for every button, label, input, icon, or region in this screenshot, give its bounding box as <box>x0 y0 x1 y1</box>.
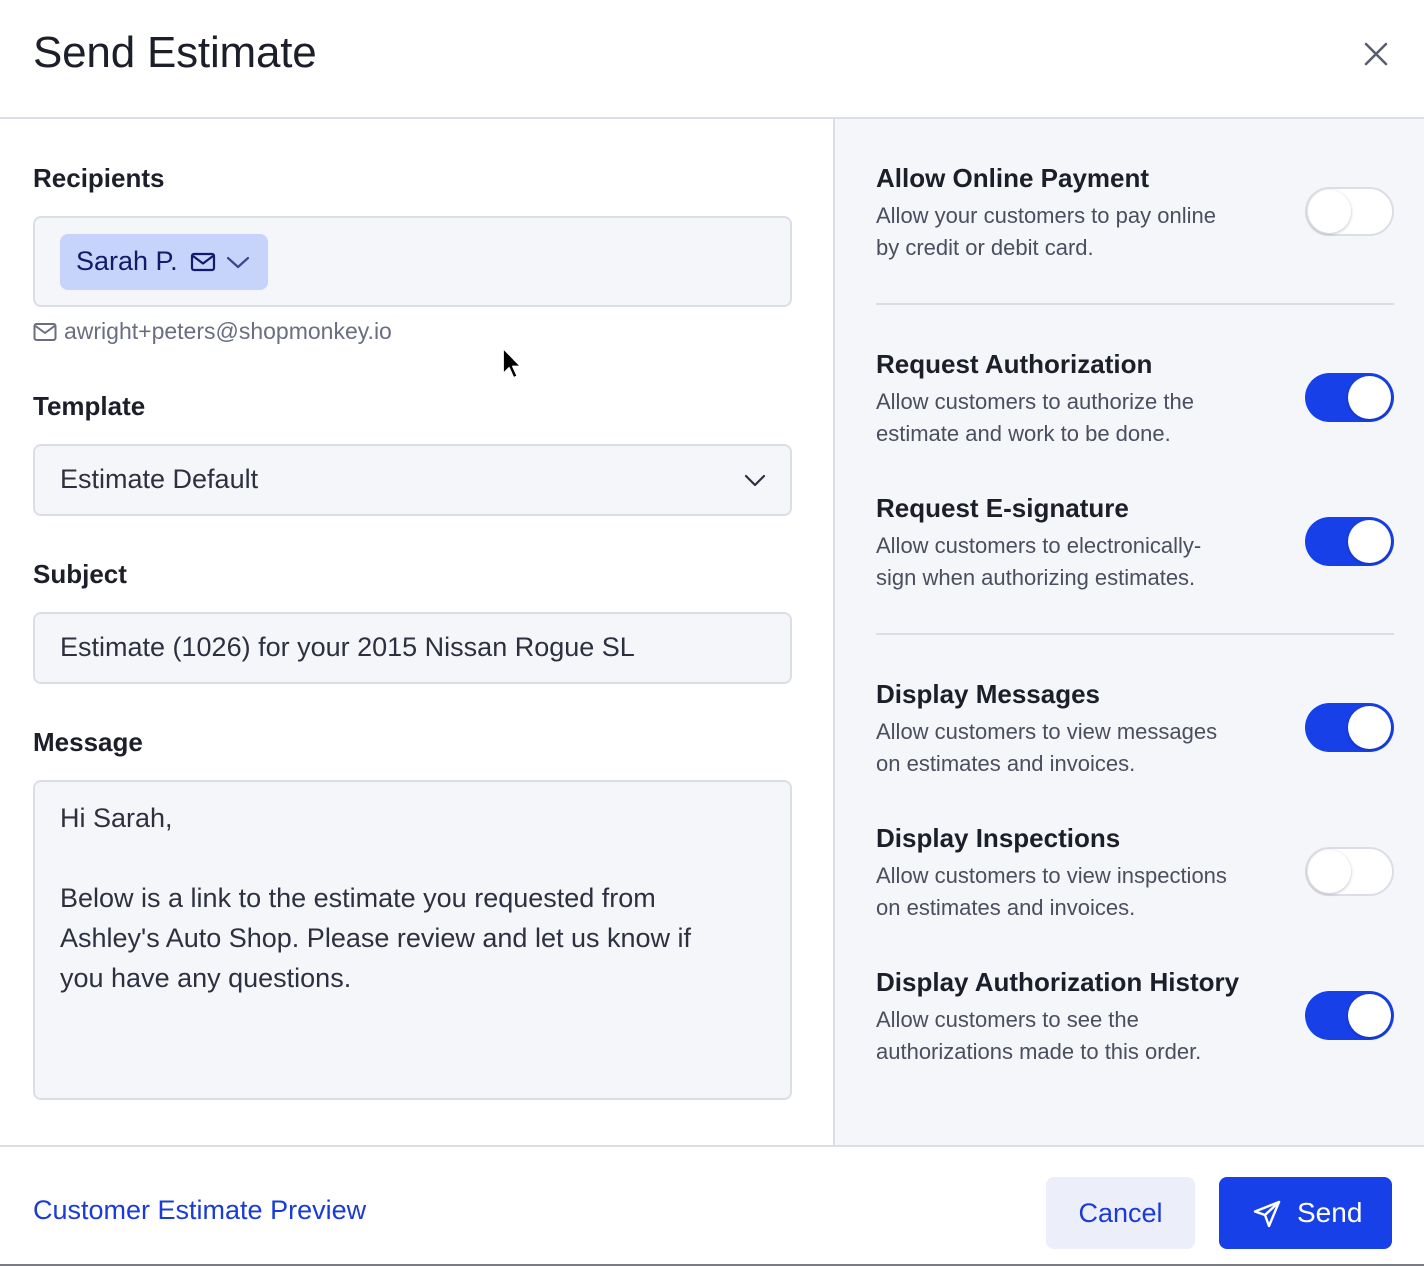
option-desc: sign when authorizing estimates. <box>876 565 1196 590</box>
dialog-header: Send Estimate <box>0 0 1424 119</box>
option-desc: on estimates and invoices. <box>876 895 1136 920</box>
message-line: you have any questions. <box>60 963 352 993</box>
chevron-down-icon <box>742 470 768 490</box>
customer-estimate-preview-link[interactable]: Customer Estimate Preview <box>33 1195 366 1226</box>
toggle-request-authorization[interactable] <box>1305 373 1394 422</box>
toggle-knob <box>1348 994 1391 1037</box>
toggle-display-inspections[interactable] <box>1305 847 1394 896</box>
toggle-authorization-history[interactable] <box>1305 991 1394 1040</box>
toggle-online-payment[interactable] <box>1305 187 1394 236</box>
divider <box>876 633 1394 635</box>
close-icon[interactable] <box>1356 34 1396 74</box>
toggle-knob <box>1308 190 1351 233</box>
option-desc: Allow customers to view messages <box>876 719 1218 744</box>
option-desc: Allow customers to view inspections <box>876 863 1227 888</box>
toggle-knob <box>1348 376 1391 419</box>
option-title-authorization-history: Display Authorization History <box>876 967 1240 997</box>
option-desc: Allow customers to authorize the <box>876 389 1194 414</box>
recipients-label: Recipients <box>33 163 165 193</box>
send-button[interactable]: Send <box>1219 1177 1392 1249</box>
template-label: Template <box>33 391 146 421</box>
recipient-chip[interactable]: Sarah P. <box>60 234 268 290</box>
envelope-icon <box>33 323 57 341</box>
send-button-label: Send <box>1297 1197 1363 1228</box>
option-title-request-esignature: Request E-signature <box>876 493 1129 523</box>
toggle-knob <box>1348 520 1391 563</box>
recipient-chip-name: Sarah P. <box>76 246 178 276</box>
toggle-knob <box>1348 706 1391 749</box>
message-line: Ashley's Auto Shop. Please review and le… <box>60 923 692 953</box>
form-panel: Recipients Sarah P. awright+peters@shopm… <box>0 119 833 1145</box>
toggle-request-esignature[interactable] <box>1305 517 1394 566</box>
options-panel: Allow Online Payment Allow your customer… <box>833 119 1424 1145</box>
option-title-online-payment: Allow Online Payment <box>876 163 1150 193</box>
cancel-button[interactable]: Cancel <box>1046 1177 1195 1249</box>
option-desc: Allow customers to see the <box>876 1007 1139 1032</box>
message-label: Message <box>33 727 143 757</box>
envelope-icon <box>190 250 216 274</box>
option-desc: by credit or debit card. <box>876 235 1094 260</box>
toggle-display-messages[interactable] <box>1305 703 1394 752</box>
dialog-title: Send Estimate <box>33 28 317 77</box>
recipient-email: awright+peters@shopmonkey.io <box>64 318 392 344</box>
template-value: Estimate Default <box>60 464 259 494</box>
option-title-display-messages: Display Messages <box>876 679 1101 709</box>
dialog-footer: Customer Estimate Preview Cancel Send <box>0 1145 1424 1266</box>
message-line: Hi Sarah, <box>60 803 173 833</box>
toggle-knob <box>1308 850 1351 893</box>
option-desc: Allow customers to electronically- <box>876 533 1202 558</box>
subject-value: Estimate (1026) for your 2015 Nissan Rog… <box>60 632 635 662</box>
subject-label: Subject <box>33 559 127 589</box>
option-desc: authorizations made to this order. <box>876 1039 1202 1064</box>
paper-plane-icon <box>1253 1200 1281 1228</box>
message-line: Below is a link to the estimate you requ… <box>60 883 656 913</box>
option-desc: Allow your customers to pay online <box>876 203 1216 228</box>
option-title-display-inspections: Display Inspections <box>876 823 1121 853</box>
mouse-cursor-icon <box>501 346 523 382</box>
message-textarea[interactable]: Hi Sarah, Below is a link to the estimat… <box>33 780 792 1100</box>
subject-input[interactable]: Estimate (1026) for your 2015 Nissan Rog… <box>33 612 792 684</box>
option-desc: on estimates and invoices. <box>876 751 1136 776</box>
option-title-request-authorization: Request Authorization <box>876 349 1153 379</box>
recipients-input[interactable]: Sarah P. <box>33 216 792 307</box>
divider <box>876 303 1394 305</box>
chevron-down-icon[interactable] <box>225 250 251 274</box>
option-desc: estimate and work to be done. <box>876 421 1171 446</box>
template-select[interactable]: Estimate Default <box>33 444 792 516</box>
